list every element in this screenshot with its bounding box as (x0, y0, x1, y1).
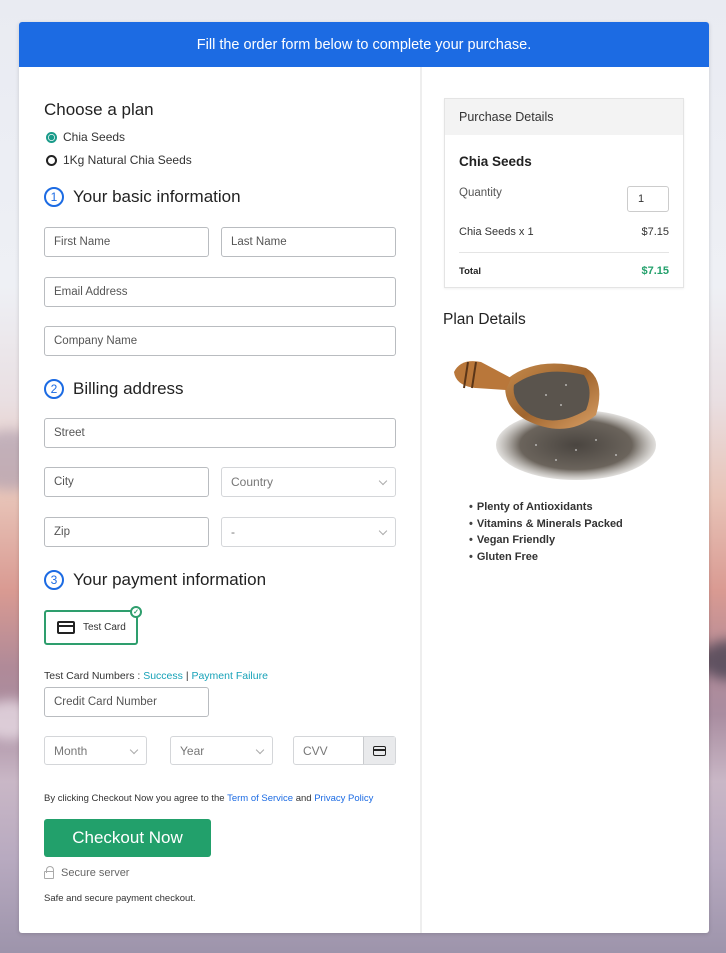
credit-card-number-input[interactable]: Credit Card Number (44, 687, 209, 717)
state-select-value: - (231, 525, 235, 539)
section-title: Billing address (73, 379, 184, 398)
step-number-icon: 3 (44, 570, 64, 590)
cvv-card-addon (363, 737, 395, 764)
plan-features-list: Plenty of Antioxidants Vitamins & Minera… (469, 501, 623, 567)
terms-of-service-link[interactable]: Term of Service (227, 793, 293, 804)
section-basic-info-heading: 1 Your basic information (44, 187, 241, 207)
total-value: $7.15 (641, 265, 669, 277)
success-link[interactable]: Success (143, 670, 183, 682)
terms-agreement: By clicking Checkout Now you agree to th… (44, 793, 373, 804)
test-card-payment-option[interactable]: Test Card ✓ (44, 606, 142, 645)
total-label: Total (459, 266, 481, 277)
section-payment-heading: 3 Your payment information (44, 570, 266, 590)
section-title: Your payment information (73, 570, 267, 589)
feature-item: Vegan Friendly (469, 534, 623, 551)
link-separator: | (185, 670, 189, 682)
company-name-input[interactable]: Company Name (44, 326, 396, 356)
quantity-label: Quantity (459, 187, 502, 199)
month-select-value: Month (54, 743, 88, 758)
credit-card-icon (57, 621, 75, 634)
line-item-label: Chia Seeds x 1 (459, 226, 534, 238)
last-name-input[interactable]: Last Name (221, 227, 396, 257)
state-select[interactable]: - (221, 517, 396, 547)
feature-item: Gluten Free (469, 551, 623, 568)
year-select-value: Year (180, 743, 205, 758)
expiry-year-select[interactable]: Year (170, 736, 273, 765)
checkout-card: Fill the order form below to complete yo… (19, 22, 709, 933)
choose-plan-heading: Choose a plan (44, 100, 154, 119)
plan-option-chia-seeds[interactable]: Chia Seeds (46, 130, 125, 144)
divider (459, 252, 669, 253)
plan-option-label: 1Kg Natural Chia Seeds (63, 153, 192, 167)
quantity-input[interactable]: 1 (627, 186, 669, 212)
city-input[interactable]: City (44, 467, 209, 497)
agreement-and: and (295, 793, 312, 804)
street-input[interactable]: Street (44, 418, 396, 448)
expiry-month-select[interactable]: Month (44, 736, 147, 765)
first-name-input[interactable]: First Name (44, 227, 209, 257)
lock-icon (44, 866, 54, 879)
step-number-icon: 1 (44, 187, 64, 207)
chevron-down-icon (129, 745, 139, 755)
purchase-details-box: Purchase Details Chia Seeds Quantity 1 C… (444, 98, 684, 288)
line-item-price: $7.15 (641, 226, 669, 238)
order-summary: Purchase Details Chia Seeds Quantity 1 C… (424, 67, 709, 933)
order-form: Choose a plan Chia Seeds 1Kg Natural Chi… (19, 67, 422, 933)
plan-option-label: Chia Seeds (63, 130, 126, 144)
cvv-input[interactable]: CVV (293, 736, 396, 765)
secure-server-label: Secure server (61, 867, 130, 879)
cvv-placeholder: CVV (303, 743, 328, 758)
radio-checked-icon[interactable] (46, 131, 57, 143)
header-banner: Fill the order form below to complete yo… (19, 22, 709, 67)
agreement-text: By clicking Checkout Now you agree to th… (44, 793, 225, 804)
test-card-numbers: Test Card Numbers : Success | Payment Fa… (44, 670, 268, 682)
purchase-details-heading: Purchase Details (445, 99, 683, 135)
payment-failure-link[interactable]: Payment Failure (191, 670, 267, 682)
chia-seeds-product-image (454, 361, 656, 480)
radio-unchecked-icon[interactable] (46, 154, 57, 166)
secure-server-note: Secure server (44, 866, 130, 879)
country-select[interactable]: Country (221, 467, 396, 497)
check-circle-icon: ✓ (130, 606, 142, 618)
safe-checkout-text: Safe and secure payment checkout. (44, 893, 196, 904)
section-title: Your basic information (73, 187, 241, 206)
chevron-down-icon (378, 526, 388, 536)
step-number-icon: 2 (44, 379, 64, 399)
feature-item: Plenty of Antioxidants (469, 501, 623, 518)
payment-method-label: Test Card (83, 622, 126, 633)
chevron-down-icon (255, 745, 265, 755)
country-select-value: Country (231, 475, 274, 489)
product-name: Chia Seeds (459, 154, 532, 169)
checkout-now-button[interactable]: Checkout Now (44, 819, 211, 857)
plan-details-heading: Plan Details (443, 311, 526, 328)
feature-item: Vitamins & Minerals Packed (469, 518, 623, 535)
email-input[interactable]: Email Address (44, 277, 396, 307)
chevron-down-icon (378, 476, 388, 486)
privacy-policy-link[interactable]: Privacy Policy (314, 793, 373, 804)
plan-option-1kg-chia-seeds[interactable]: 1Kg Natural Chia Seeds (46, 153, 192, 167)
section-billing-heading: 2 Billing address (44, 379, 184, 399)
credit-card-icon (373, 745, 386, 756)
test-card-numbers-label: Test Card Numbers : (44, 670, 141, 682)
zip-input[interactable]: Zip (44, 517, 209, 547)
